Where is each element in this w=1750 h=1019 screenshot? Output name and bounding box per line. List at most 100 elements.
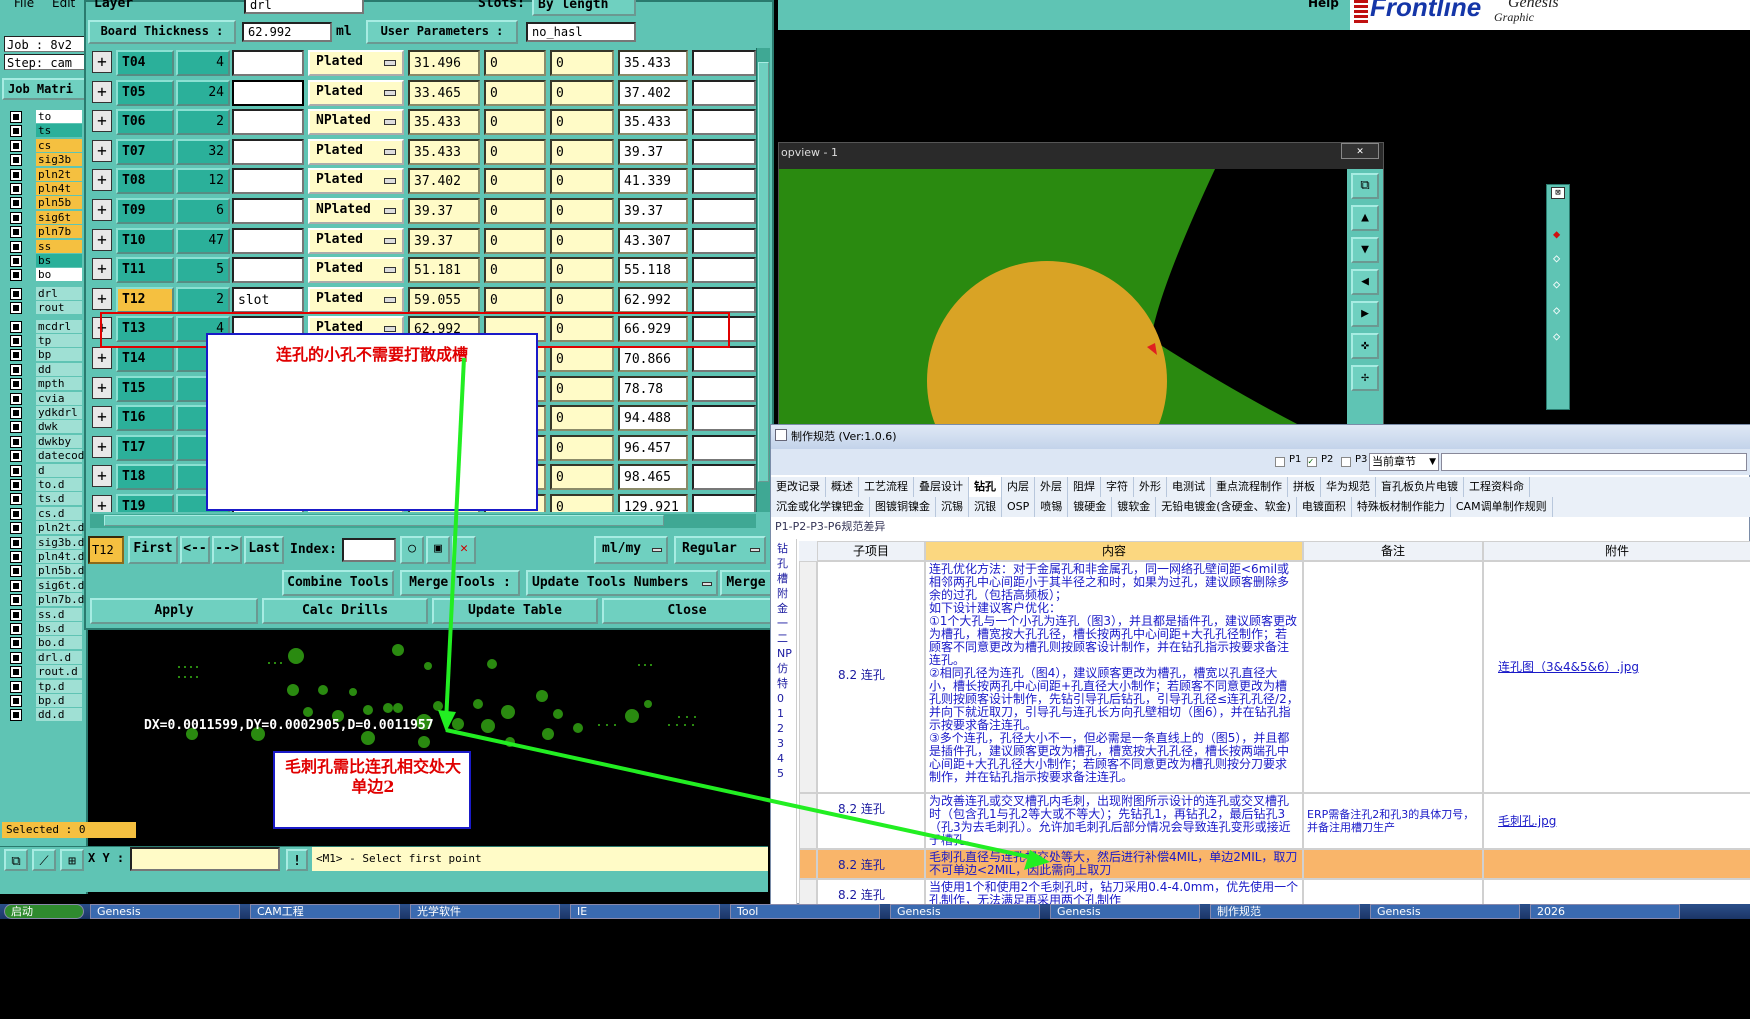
layer-name[interactable]: ss.d [36, 607, 82, 621]
image-icon[interactable]: ▣ [426, 536, 450, 564]
spec-tab[interactable]: 阻焊 [1068, 477, 1101, 497]
tool-v2-field[interactable]: 0 [484, 227, 546, 254]
view-fit-icon[interactable]: ⧉ [1351, 173, 1379, 199]
layer-checkbox[interactable] [10, 226, 22, 239]
tool-v4-field[interactable]: 98.465 [618, 464, 688, 491]
expand-icon[interactable]: + [92, 169, 112, 192]
tool-v3-field[interactable]: 0 [550, 257, 614, 284]
tool-v5-field[interactable] [692, 168, 756, 195]
spec-row-selector[interactable] [799, 849, 817, 879]
tool-v4-field[interactable]: 39.37 [618, 198, 688, 224]
expand-icon[interactable]: + [92, 228, 112, 251]
tool-attribute-field[interactable] [232, 79, 304, 106]
layer-checkbox[interactable] [10, 565, 22, 578]
layer-checkbox[interactable] [10, 507, 22, 520]
tool-v2-field[interactable]: 0 [484, 109, 546, 136]
layer-checkbox[interactable] [10, 651, 22, 664]
tool-type-dropdown[interactable]: Plated [308, 79, 404, 106]
layer-name[interactable]: cvia [36, 391, 82, 405]
layer-checkbox[interactable] [10, 240, 22, 253]
spec-tab[interactable]: 更改记录 [771, 477, 826, 497]
layer-checkbox[interactable] [10, 608, 22, 621]
taskbar-item[interactable]: 制作规范 [1210, 904, 1360, 919]
tool-name[interactable]: T07 [116, 138, 174, 165]
layer-name[interactable]: bo.d [36, 636, 82, 650]
layer-name[interactable]: tp [36, 334, 82, 347]
layer-name[interactable]: to [36, 110, 82, 123]
tool-v4-field[interactable]: 35.433 [618, 109, 688, 136]
units-dropdown[interactable]: ml/my [594, 536, 668, 564]
merge-tools-button[interactable]: Merge Tools : [400, 570, 520, 596]
tool-v5-field[interactable] [692, 494, 756, 512]
tool-v5-field[interactable] [692, 405, 756, 432]
taskbar-item[interactable]: Genesis [1050, 904, 1200, 919]
layer-checkbox[interactable] [10, 450, 22, 463]
tool-v4-field[interactable]: 129.921 [618, 494, 688, 512]
tool-v5-field[interactable] [692, 375, 756, 402]
expand-icon[interactable]: + [92, 347, 112, 369]
layer-checkbox[interactable] [10, 335, 22, 347]
diamond-icon[interactable]: ◇ [1553, 303, 1560, 317]
spec-attachment-link[interactable]: 毛刺孔.jpg [1483, 793, 1750, 849]
layer-name[interactable]: ss [36, 239, 82, 253]
menu-edit[interactable]: Edit [52, 0, 75, 10]
tool-v5-field[interactable] [692, 198, 756, 224]
layer-name[interactable]: datecod [36, 449, 84, 463]
tool-v5-field[interactable] [692, 346, 756, 372]
tool-name[interactable]: T06 [116, 109, 174, 136]
spec-tab[interactable]: 沉金或化学镍钯金 [771, 497, 870, 517]
measure-icon[interactable]: ⟋ [32, 849, 56, 871]
layer-name[interactable]: dwkby [36, 434, 82, 448]
tool-attribute-field[interactable]: slot [232, 286, 304, 313]
expand-icon[interactable]: + [92, 51, 112, 73]
tool-v3-field[interactable]: 0 [550, 494, 614, 512]
layer-checkbox[interactable] [10, 666, 22, 679]
spec-tab[interactable]: 无铅电镀金(含硬金、软金) [1156, 497, 1297, 517]
spec-tab[interactable]: 钻孔 [969, 477, 1002, 497]
layer-name[interactable]: d [36, 463, 82, 477]
spec-tab[interactable]: 盲孔板负片电镀 [1376, 477, 1464, 497]
tool-type-dropdown[interactable]: Plated [308, 286, 404, 313]
tool-v3-field[interactable]: 0 [550, 138, 614, 165]
tool-table-hscrollbar[interactable] [90, 514, 756, 528]
tool-v3-field[interactable]: 0 [550, 286, 614, 313]
p3-checkbox[interactable] [1341, 457, 1351, 467]
layer-checkbox[interactable] [10, 211, 22, 224]
layer-name[interactable]: rout.d [36, 665, 82, 679]
tool-v4-field[interactable]: 94.488 [618, 405, 688, 432]
tool-v3-field[interactable]: 0 [550, 464, 614, 491]
tool-v4-field[interactable]: 41.339 [618, 168, 688, 195]
spec-tab[interactable]: 字符 [1101, 477, 1134, 497]
tool-attribute-field[interactable] [232, 138, 304, 165]
tool-v4-field[interactable]: 35.433 [618, 50, 688, 76]
tool-v5-field[interactable] [692, 109, 756, 136]
spec-tab[interactable]: 重点流程制作 [1211, 477, 1288, 497]
tool-v3-field[interactable]: 0 [550, 79, 614, 106]
expand-icon[interactable]: + [92, 465, 112, 488]
layer-name[interactable]: ydkdrl [36, 406, 82, 419]
layer-checkbox[interactable] [10, 551, 22, 563]
tool-attribute-field[interactable] [232, 198, 304, 224]
layer-name[interactable]: cs.d [36, 506, 82, 520]
grid-icon[interactable]: ⊞ [60, 849, 84, 871]
layer-checkbox[interactable] [10, 255, 22, 267]
scroll-thumb[interactable] [758, 62, 769, 482]
taskbar-item[interactable]: IE [570, 904, 720, 919]
spec-row-selector[interactable] [799, 793, 817, 849]
spec-search-input[interactable] [1441, 453, 1747, 471]
layer-name[interactable]: ts.d [36, 492, 82, 506]
layer-checkbox[interactable] [10, 709, 22, 722]
spec-tab[interactable]: 外层 [1035, 477, 1068, 497]
spec-tab[interactable]: 喷锡 [1035, 497, 1069, 517]
tool-v4-field[interactable]: 78.78 [618, 375, 688, 402]
layer-checkbox[interactable] [10, 363, 22, 376]
taskbar-item[interactable]: 光学软件 [410, 904, 560, 919]
tool-v2-field[interactable]: 0 [484, 50, 546, 76]
spec-row-selector[interactable] [799, 561, 817, 793]
tool-type-dropdown[interactable]: Plated [308, 168, 404, 195]
spec-tab[interactable]: 沉银 [969, 497, 1002, 517]
layer-checkbox[interactable] [10, 125, 22, 138]
spec-tab[interactable]: 外形 [1134, 477, 1167, 497]
layer-name[interactable]: sig6t [36, 210, 82, 224]
tool-v2-field[interactable]: 0 [484, 257, 546, 284]
